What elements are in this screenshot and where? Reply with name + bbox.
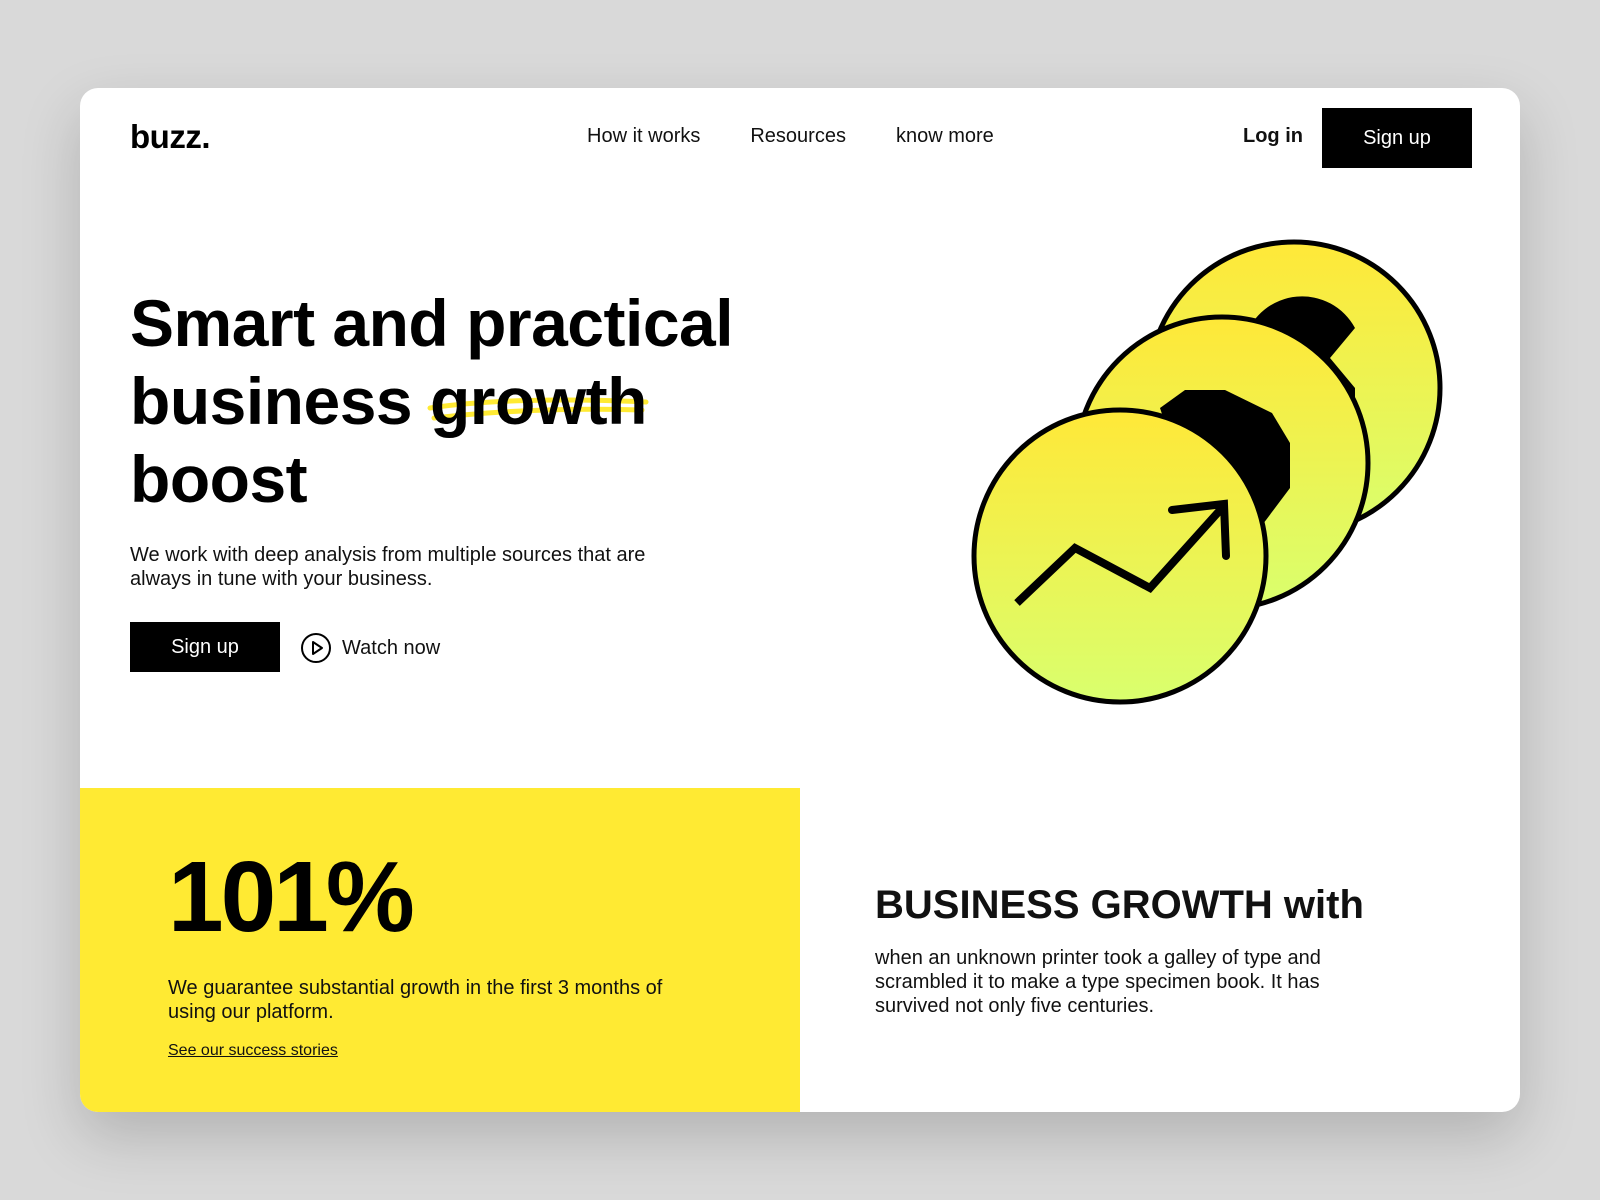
nav-link-resources[interactable]: Resources [750, 125, 846, 148]
hero-title-highlight: growth [427, 362, 649, 440]
hero-subtitle: We work with deep analysis from multiple… [130, 544, 646, 590]
growth-description: when an unknown printer took a galley of… [875, 947, 1321, 1017]
nav-link-know-more[interactable]: know more [896, 125, 994, 148]
hero-signup-button[interactable]: Sign up [130, 622, 280, 672]
stat-description: We guarantee substantial growth in the f… [168, 977, 663, 1023]
logo[interactable]: buzz. [130, 118, 210, 156]
hero-title-highlight-text: growth [429, 364, 647, 438]
hero-title-line2: business [130, 364, 430, 438]
growth-title: BUSINESS GROWTH with [875, 883, 1364, 928]
stat-number: 101% [168, 841, 415, 953]
growth-title-a: BUSINESS [875, 883, 1091, 927]
header-signup-button[interactable]: Sign up [1322, 108, 1472, 168]
play-circle-icon [301, 633, 331, 663]
main-nav: How it works Resources know more [587, 125, 1044, 148]
stat-panel: 101% We guarantee substantial growth in … [80, 788, 800, 1112]
nav-link-how-it-works[interactable]: How it works [587, 125, 700, 148]
login-link[interactable]: Log in [1243, 125, 1303, 148]
hero-title-line3: boost [130, 442, 308, 516]
growth-title-bold: GROWTH [1090, 883, 1273, 927]
growth-coins-illustration [971, 239, 1443, 705]
hero-title-line1: Smart and practical [130, 286, 734, 360]
coin-front [971, 407, 1269, 705]
hero-title: Smart and practical business growth boos… [130, 284, 780, 518]
growth-title-b: with [1272, 883, 1364, 927]
watch-now-label: Watch now [342, 636, 441, 659]
watch-now-button[interactable]: Watch now [300, 632, 440, 664]
landing-card: buzz. How it works Resources know more L… [80, 88, 1520, 1112]
success-stories-link[interactable]: See our success stories [168, 1042, 338, 1060]
